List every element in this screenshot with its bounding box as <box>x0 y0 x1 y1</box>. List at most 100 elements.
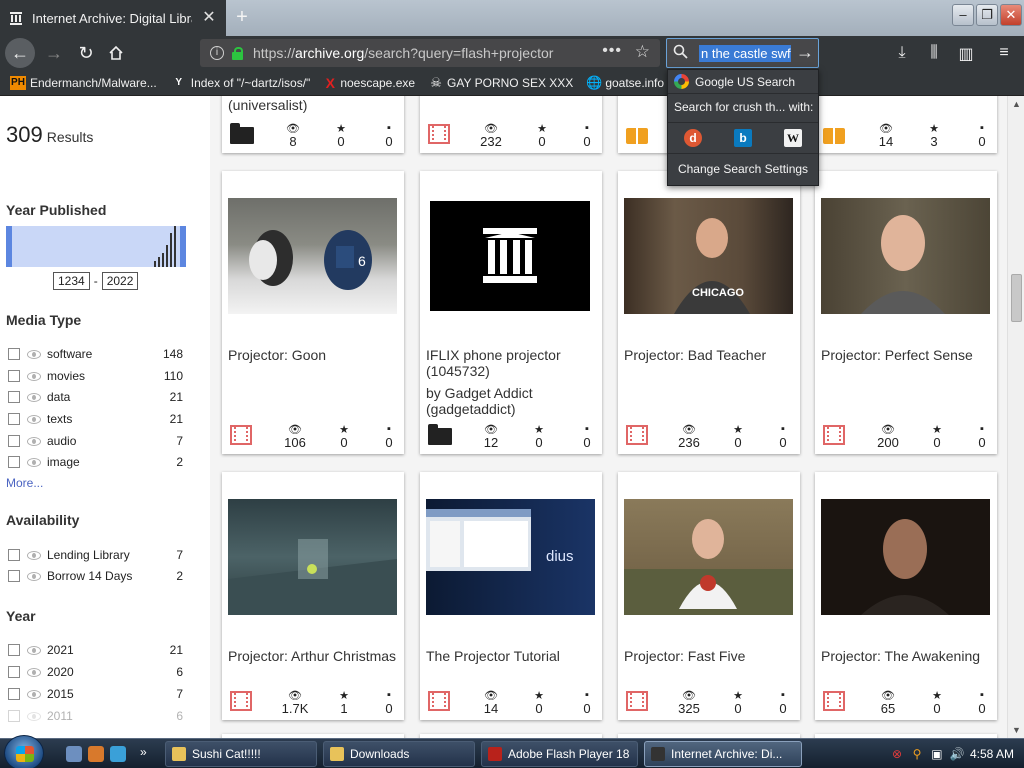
facet-row-texts[interactable]: texts 21 <box>8 410 183 428</box>
result-tile[interactable]: dius The Projector Tutorial 👁 14 ★ 0 ▪ 0 <box>420 472 602 720</box>
tile-title[interactable]: Projector: Arthur Christmas <box>228 648 398 664</box>
bookmark-item[interactable]: Xnoescape.exe <box>324 75 415 91</box>
tile-byline[interactable]: by Gadget Addict (gadgetaddict) <box>426 385 596 417</box>
facet-checkbox[interactable] <box>8 370 20 382</box>
back-button[interactable]: ← <box>5 38 35 68</box>
result-tile[interactable]: IFLIX phone projector (1045732) by Gadge… <box>420 171 602 454</box>
tile-title[interactable]: (universalist) <box>228 97 398 113</box>
result-tile[interactable]: CHICAGO Projector: Bad Teacher 👁 236 ★ 0… <box>618 171 800 454</box>
tile-thumbnail[interactable]: CHICAGO <box>624 198 793 314</box>
facet-row-2015[interactable]: 2015 7 <box>8 685 183 703</box>
google-search-option[interactable]: Google US Search <box>668 70 818 94</box>
facet-checkbox[interactable] <box>8 549 20 561</box>
facet-checkbox[interactable] <box>8 666 20 678</box>
info-icon[interactable]: i <box>210 46 224 60</box>
tile-thumbnail[interactable] <box>624 499 793 615</box>
library-icon[interactable]: ⫼ <box>924 44 944 62</box>
eye-icon[interactable] <box>27 667 41 677</box>
tile-thumbnail[interactable] <box>430 201 590 311</box>
tile-thumbnail[interactable] <box>821 198 990 314</box>
firefox-quicklaunch-icon[interactable] <box>88 746 104 762</box>
quicklaunch-overflow-icon[interactable]: » <box>140 745 147 759</box>
taskbar-item-sushi-cat[interactable]: Sushi Cat!!!!! <box>165 741 317 767</box>
eye-icon[interactable] <box>27 436 41 446</box>
year-max-input[interactable]: 2022 <box>101 272 139 290</box>
eye-icon[interactable] <box>27 349 41 359</box>
result-tile[interactable]: Projector: Arthur Christmas 👁 1.7K ★ 1 ▪… <box>222 472 404 720</box>
facet-row-2021[interactable]: 2021 21 <box>8 641 183 659</box>
bookmark-star-icon[interactable]: ☆ <box>635 42 650 62</box>
home-button[interactable] <box>102 39 130 67</box>
facet-row-2011[interactable]: 2011 6 <box>8 707 183 725</box>
lock-icon[interactable] <box>232 46 243 60</box>
tile-title[interactable]: The Projector Tutorial <box>426 648 596 664</box>
new-tab-button[interactable]: + <box>228 4 256 30</box>
page-scrollbar[interactable]: ▲ ▼ <box>1007 96 1024 738</box>
start-button[interactable] <box>4 735 44 768</box>
menu-icon[interactable]: ≡ <box>994 44 1014 62</box>
result-tile[interactable]: Projector: The Awakening 👁 65 ★ 0 ▪ 0 <box>815 472 997 720</box>
year-min-input[interactable]: 1234 <box>53 272 90 290</box>
result-tile[interactable]: Projector: Perfect Sense 👁 200 ★ 0 ▪ 0 <box>815 171 997 454</box>
close-window-button[interactable]: ✕ <box>1000 4 1022 26</box>
range-handle-right[interactable] <box>180 226 186 267</box>
clock[interactable]: 4:58 AM <box>970 747 1014 761</box>
more-media-types-link[interactable]: More... <box>6 476 43 490</box>
download-icon[interactable]: ⤓ <box>892 44 912 62</box>
taskbar-item-flash-player[interactable]: Adobe Flash Player 18 <box>481 741 638 767</box>
result-tile[interactable]: 👁 14 ★ 3 ▪ 0 <box>815 96 997 153</box>
result-tile[interactable]: 👁 232 ★ 0 ▪ 0 <box>420 96 602 153</box>
facet-row-data[interactable]: data 21 <box>8 388 183 406</box>
security-alert-icon[interactable]: ⊗ <box>890 747 904 761</box>
facet-checkbox[interactable] <box>8 348 20 360</box>
eye-icon[interactable] <box>27 371 41 381</box>
minimize-button[interactable]: – <box>952 4 974 26</box>
facet-row-borrow-14-days[interactable]: Borrow 14 Days 2 <box>8 567 183 585</box>
bookmark-item[interactable]: Y Index of "/~dartz/isos/" <box>171 76 310 90</box>
year-histogram[interactable] <box>6 226 186 267</box>
duckduckgo-icon[interactable]: d <box>684 129 702 147</box>
eye-icon[interactable] <box>27 457 41 467</box>
facet-checkbox[interactable] <box>8 688 20 700</box>
range-handle-left[interactable] <box>6 226 12 267</box>
search-box[interactable]: n the castle swf → <box>666 38 819 68</box>
tab-close-icon[interactable]: ✕ <box>200 9 218 27</box>
eye-icon[interactable] <box>27 645 41 655</box>
scroll-up-icon[interactable]: ▲ <box>1012 99 1021 109</box>
bookmark-item[interactable]: 🌐 goatse.info <box>586 75 664 90</box>
tile-title[interactable]: Projector: The Awakening <box>821 648 991 664</box>
facet-checkbox[interactable] <box>8 570 20 582</box>
tile-title[interactable]: Projector: Fast Five <box>624 648 794 664</box>
eye-icon[interactable] <box>27 414 41 424</box>
facet-row-2020[interactable]: 2020 6 <box>8 663 183 681</box>
url-bar[interactable]: i https://archive.org/search?query=flash… <box>200 39 660 67</box>
taskbar-item-downloads[interactable]: Downloads <box>323 741 475 767</box>
taskbar-item-internet-archive[interactable]: Internet Archive: Di... <box>644 741 802 767</box>
scroll-down-icon[interactable]: ▼ <box>1012 725 1021 735</box>
tile-title[interactable]: Projector: Perfect Sense <box>821 347 991 363</box>
eye-icon[interactable] <box>27 711 41 721</box>
bing-icon[interactable]: b <box>734 129 752 147</box>
facet-row-audio[interactable]: audio 7 <box>8 432 183 450</box>
bookmark-item[interactable]: ☠ GAY PORNO SEX XXX <box>429 75 573 90</box>
eye-icon[interactable] <box>27 550 41 560</box>
search-go-icon[interactable]: → <box>796 42 814 63</box>
facet-checkbox[interactable] <box>8 644 20 656</box>
tile-thumbnail[interactable]: 6 <box>228 198 397 314</box>
facet-checkbox[interactable] <box>8 710 20 722</box>
facet-checkbox[interactable] <box>8 391 20 403</box>
facet-row-movies[interactable]: movies 110 <box>8 367 183 385</box>
tile-title[interactable]: IFLIX phone projector (1045732) <box>426 347 596 379</box>
reload-button[interactable]: ↻ <box>72 39 100 67</box>
network-icon[interactable]: ▣ <box>930 747 944 761</box>
eye-icon[interactable] <box>27 571 41 581</box>
result-tile[interactable]: Projector: Fast Five 👁 325 ★ 0 ▪ 0 <box>618 472 800 720</box>
bookmark-item[interactable]: PH Endermanch/Malware... <box>10 75 157 90</box>
forward-button[interactable]: → <box>40 39 68 67</box>
tile-thumbnail[interactable]: dius <box>426 499 595 615</box>
facet-checkbox[interactable] <box>8 413 20 425</box>
maximize-button[interactable]: ❐ <box>976 4 998 26</box>
result-tile[interactable]: (universalist) 👁 8 ★ 0 ▪ 0 <box>222 96 404 153</box>
eye-icon[interactable] <box>27 392 41 402</box>
wikipedia-icon[interactable]: W <box>784 129 802 147</box>
